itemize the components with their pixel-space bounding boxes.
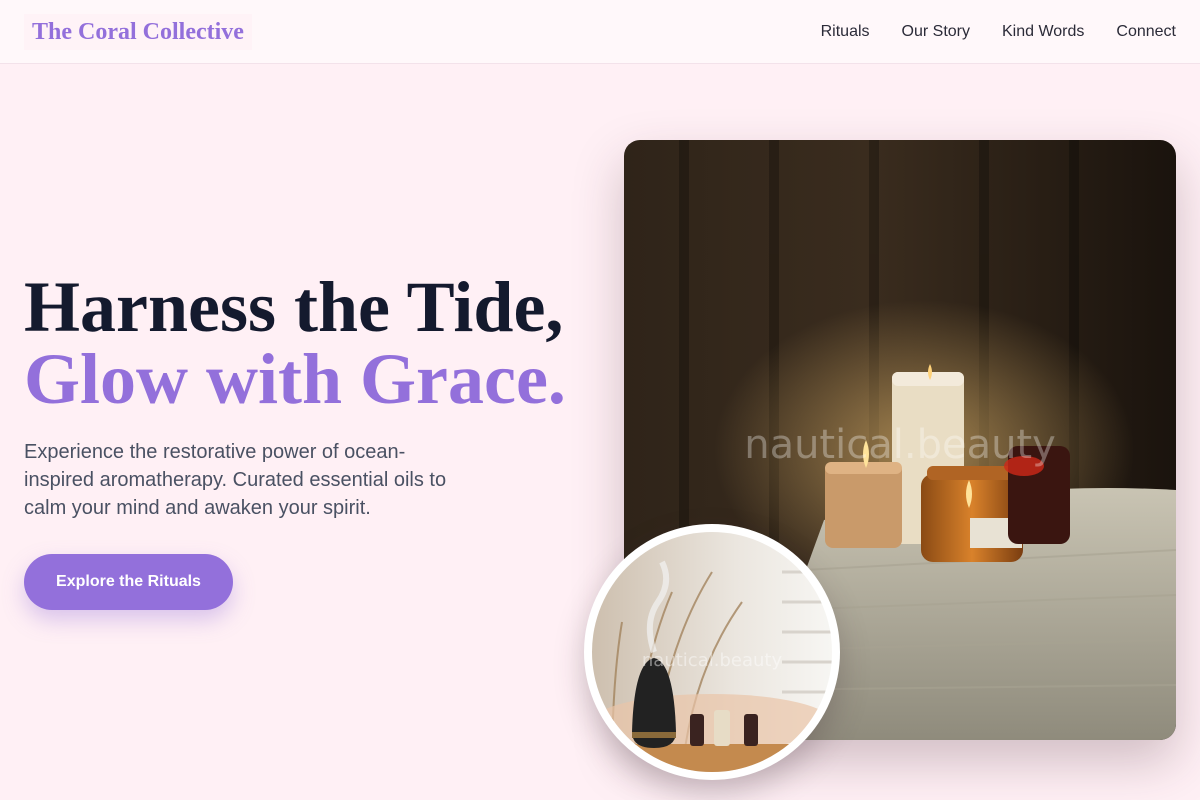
nav-link-connect[interactable]: Connect: [1116, 23, 1176, 41]
explore-rituals-button[interactable]: Explore the Rituals: [24, 554, 233, 610]
main-nav: Rituals Our Story Kind Words Connect: [789, 0, 1176, 64]
diffuser-image-frame: nautical.beauty: [584, 524, 840, 780]
main-image-watermark: nautical.beauty: [744, 422, 1056, 468]
nav-link-rituals[interactable]: Rituals: [821, 23, 870, 41]
hero-lead-text: Experience the restorative power of ocea…: [24, 441, 447, 519]
site-header: The Coral Collective Rituals Our Story K…: [0, 0, 1200, 64]
brand-logo[interactable]: The Coral Collective: [24, 14, 252, 50]
hero-title-line1: Harness the Tide,: [24, 267, 564, 347]
nav-link-kind-words[interactable]: Kind Words: [1002, 23, 1084, 41]
circle-image-watermark: nautical.beauty: [641, 650, 783, 671]
diffuser-image: nautical.beauty: [592, 532, 832, 772]
nav-link-our-story[interactable]: Our Story: [902, 23, 970, 41]
hero-title-line2: Glow with Grace.: [24, 339, 566, 419]
